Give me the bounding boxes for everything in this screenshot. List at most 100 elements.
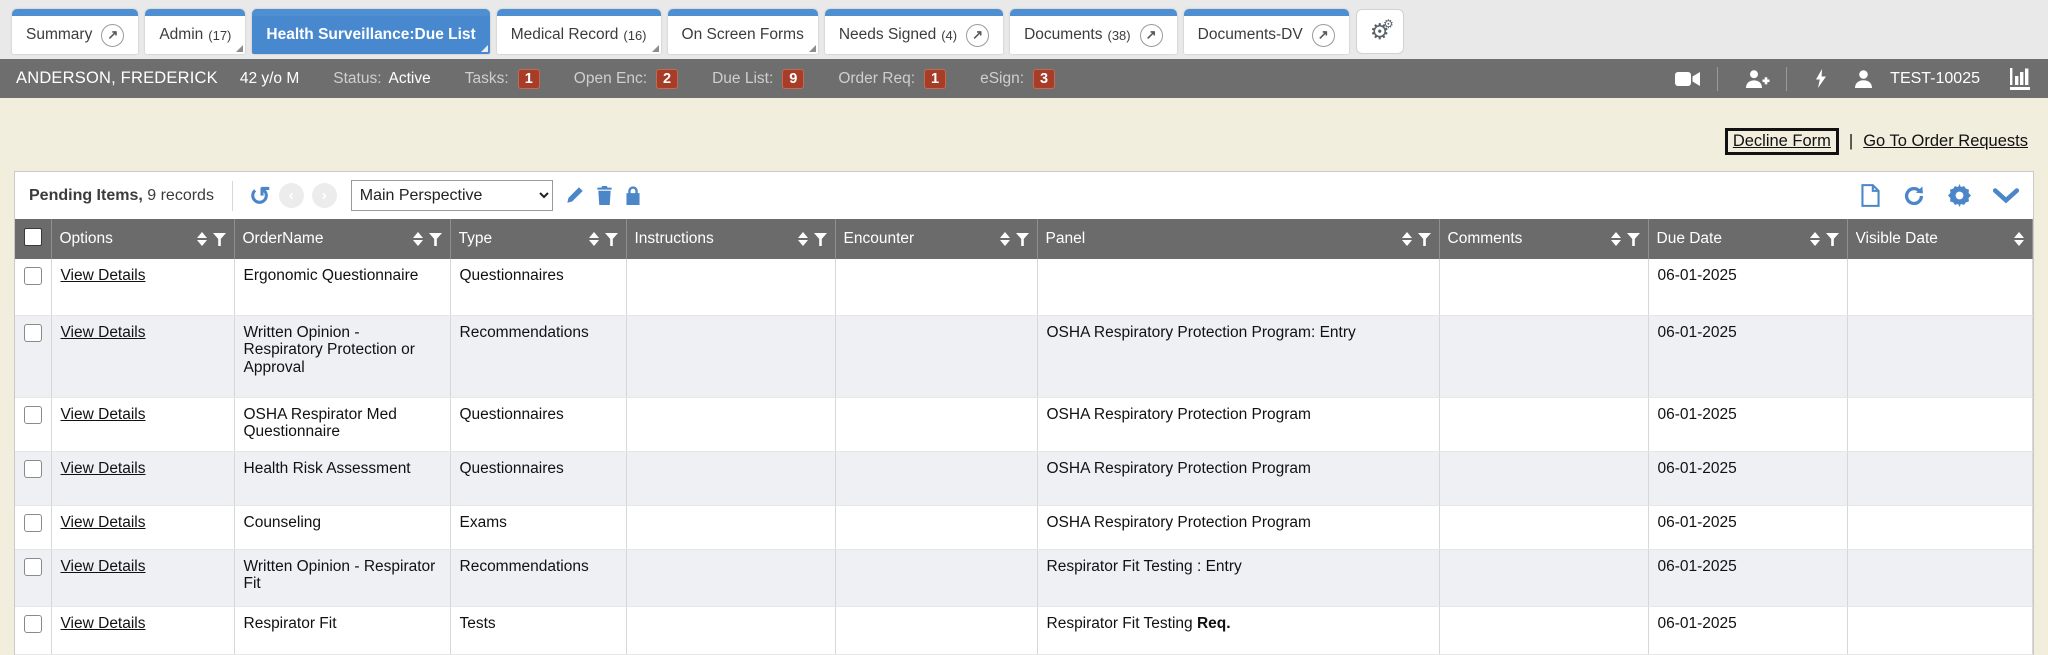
tab-admin[interactable]: Admin (17) [145, 9, 245, 54]
sort-icon[interactable] [589, 232, 599, 246]
cell-instructions [626, 505, 835, 549]
refresh-icon[interactable] [1902, 184, 1926, 208]
view-details-link[interactable]: View Details [61, 267, 146, 284]
table-row: View Details Written Opinion - Respirato… [15, 315, 2033, 397]
new-document-icon[interactable] [1861, 184, 1880, 207]
chevron-down-icon[interactable] [1993, 188, 2019, 204]
cell-visible-date [1847, 259, 2033, 315]
row-checkbox[interactable] [24, 615, 42, 633]
tab-documents-dv[interactable]: Documents-DV ↗ [1184, 9, 1349, 54]
filter-icon[interactable] [1016, 233, 1029, 246]
select-all-checkbox[interactable] [24, 228, 42, 246]
tab-documents[interactable]: Documents (38) ↗ [1010, 9, 1177, 54]
tab-on-screen-forms[interactable]: On Screen Forms [668, 9, 818, 54]
filter-icon[interactable] [429, 233, 442, 246]
bar-chart-icon[interactable] [2010, 68, 2030, 90]
tab-bar: Summary ↗ Admin (17) Health Surveillance… [0, 0, 2048, 59]
esign-badge[interactable]: 3 [1033, 69, 1055, 89]
filter-icon[interactable] [213, 233, 226, 246]
row-checkbox[interactable] [24, 460, 42, 478]
tab-health-surveillance-due-list[interactable]: Health Surveillance:Due List [252, 9, 489, 54]
due-list-badge[interactable]: 9 [782, 69, 804, 89]
row-checkbox[interactable] [24, 324, 42, 342]
order-req-badge[interactable]: 1 [924, 69, 946, 89]
cell-due-date: 06-01-2025 [1648, 505, 1847, 549]
view-details-link[interactable]: View Details [61, 324, 146, 341]
view-details-link[interactable]: View Details [61, 460, 146, 477]
tab-fold-icon [809, 45, 816, 52]
go-to-order-requests-link[interactable]: Go To Order Requests [1863, 132, 2028, 151]
sort-icon[interactable] [798, 232, 808, 246]
cell-due-date: 06-01-2025 [1648, 397, 1847, 451]
col-comments: Comments [1439, 219, 1648, 259]
lock-icon[interactable] [625, 186, 641, 205]
filter-icon[interactable] [1627, 233, 1640, 246]
cell-instructions [626, 606, 835, 654]
external-link-icon[interactable]: ↗ [101, 24, 124, 47]
patient-name: ANDERSON, FREDERICK [16, 69, 218, 88]
external-link-icon[interactable]: ↗ [966, 24, 989, 47]
filter-icon[interactable] [814, 233, 827, 246]
view-details-link[interactable]: View Details [61, 615, 146, 632]
decline-form-link[interactable]: Decline Form [1733, 132, 1831, 150]
external-link-icon[interactable]: ↗ [1312, 24, 1335, 47]
cell-visible-date [1847, 505, 2033, 549]
sort-icon[interactable] [1402, 232, 1412, 246]
sort-icon[interactable] [1000, 232, 1010, 246]
filter-icon[interactable] [1418, 233, 1431, 246]
lightning-icon[interactable] [1815, 69, 1827, 88]
cell-visible-date [1847, 606, 2033, 654]
sort-icon[interactable] [197, 232, 207, 246]
open-enc-badge[interactable]: 2 [656, 69, 678, 89]
cell-instructions [626, 451, 835, 505]
row-checkbox[interactable] [24, 267, 42, 285]
filter-icon[interactable] [1826, 233, 1839, 246]
tab-medical-record[interactable]: Medical Record (16) [497, 9, 661, 54]
cell-order-name: OSHA Respirator Med Questionnaire [234, 397, 450, 451]
sort-icon[interactable] [1810, 232, 1820, 246]
cell-comments [1439, 451, 1648, 505]
row-checkbox[interactable] [24, 514, 42, 532]
filter-icon[interactable] [605, 233, 618, 246]
cell-order-name: Written Opinion - Respirator Fit [234, 549, 450, 606]
table-row: View Details Counseling Exams OSHA Respi… [15, 505, 2033, 549]
video-camera-icon[interactable] [1675, 71, 1701, 87]
tab-needs-signed[interactable]: Needs Signed (4) ↗ [825, 9, 1003, 54]
row-checkbox[interactable] [24, 406, 42, 424]
divider [1786, 67, 1787, 91]
prev-perspective-button[interactable]: ‹ [279, 183, 304, 208]
cell-order-name: Counseling [234, 505, 450, 549]
cell-comments [1439, 397, 1648, 451]
external-link-icon[interactable]: ↗ [1140, 24, 1163, 47]
cell-encounter [835, 505, 1037, 549]
grid-toolbar: Pending Items, 9 records ↺ ‹ › Main Pers… [15, 172, 2033, 219]
trash-icon[interactable] [596, 186, 613, 205]
tab-summary[interactable]: Summary ↗ [12, 9, 138, 54]
view-details-link[interactable]: View Details [61, 406, 146, 423]
cell-encounter [835, 606, 1037, 654]
divider [232, 181, 233, 211]
tasks-badge[interactable]: 1 [518, 69, 540, 89]
sort-icon[interactable] [2014, 232, 2024, 246]
settings-gear-icon[interactable] [1948, 184, 1971, 207]
tab-settings-button[interactable]: ⚙ ⚙ [1356, 9, 1404, 54]
cell-panel: OSHA Respiratory Protection Program [1037, 397, 1439, 451]
cell-panel: OSHA Respiratory Protection Program: Ent… [1037, 315, 1439, 397]
row-checkbox[interactable] [24, 558, 42, 576]
sort-icon[interactable] [413, 232, 423, 246]
decline-form-link-box[interactable]: Decline Form [1725, 128, 1839, 155]
cell-type: Tests [450, 606, 626, 654]
next-perspective-button[interactable]: › [312, 183, 337, 208]
add-user-icon[interactable] [1746, 70, 1770, 88]
status-value: Active [389, 70, 431, 88]
col-ordername: OrderName [234, 219, 450, 259]
perspective-select[interactable]: Main Perspective [351, 180, 553, 211]
view-details-link[interactable]: View Details [61, 514, 146, 531]
cell-encounter [835, 397, 1037, 451]
view-details-link[interactable]: View Details [61, 558, 146, 575]
col-type: Type [450, 219, 626, 259]
sort-icon[interactable] [1611, 232, 1621, 246]
cell-type: Questionnaires [450, 259, 626, 315]
undo-icon[interactable]: ↺ [249, 183, 271, 209]
edit-pencil-icon[interactable] [565, 186, 584, 205]
